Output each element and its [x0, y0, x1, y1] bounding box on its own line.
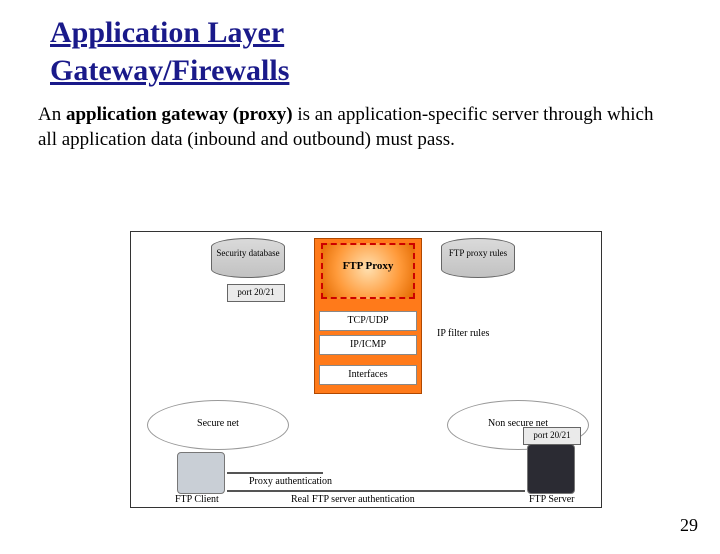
real-auth-label: Real FTP server authentication: [291, 494, 415, 505]
body-paragraph: An application gateway (proxy) is an app…: [38, 103, 670, 152]
title-line2: Gateway/Firewalls: [50, 54, 289, 87]
port-right: port 20/21: [523, 427, 581, 445]
tcp-udp-layer: TCP/UDP: [319, 311, 417, 331]
ftp-server-label: FTP Server: [529, 494, 574, 505]
architecture-diagram: Security database FTP proxy rules port 2…: [130, 231, 602, 508]
page-number: 29: [680, 515, 698, 536]
ftp-proxy-box: FTP Proxy: [321, 243, 415, 299]
ip-icmp-layer: IP/ICMP: [319, 335, 417, 355]
gateway-stack: FTP Proxy TCP/UDP IP/ICMP Interfaces: [314, 238, 422, 394]
ip-filter-label: IP filter rules: [437, 328, 489, 339]
secure-net-cloud: Secure net: [147, 400, 289, 450]
ftp-proxy-rules-icon: FTP proxy rules: [441, 238, 515, 278]
slide-title: Application Layer Gateway/Firewalls: [50, 14, 720, 89]
title-line1: Application Layer: [50, 16, 284, 49]
ftp-client-icon: [177, 452, 225, 494]
arrow-proxy-auth: [227, 472, 323, 474]
port-left: port 20/21: [227, 284, 285, 302]
arrow-real-auth: [227, 490, 525, 492]
interfaces-layer: Interfaces: [319, 365, 417, 385]
ftp-client-label: FTP Client: [175, 494, 219, 505]
ftp-server-icon: [527, 444, 575, 494]
security-database-icon: Security database: [211, 238, 285, 278]
proxy-auth-label: Proxy authentication: [249, 476, 332, 487]
bold-phrase: application gateway (proxy): [66, 104, 293, 125]
